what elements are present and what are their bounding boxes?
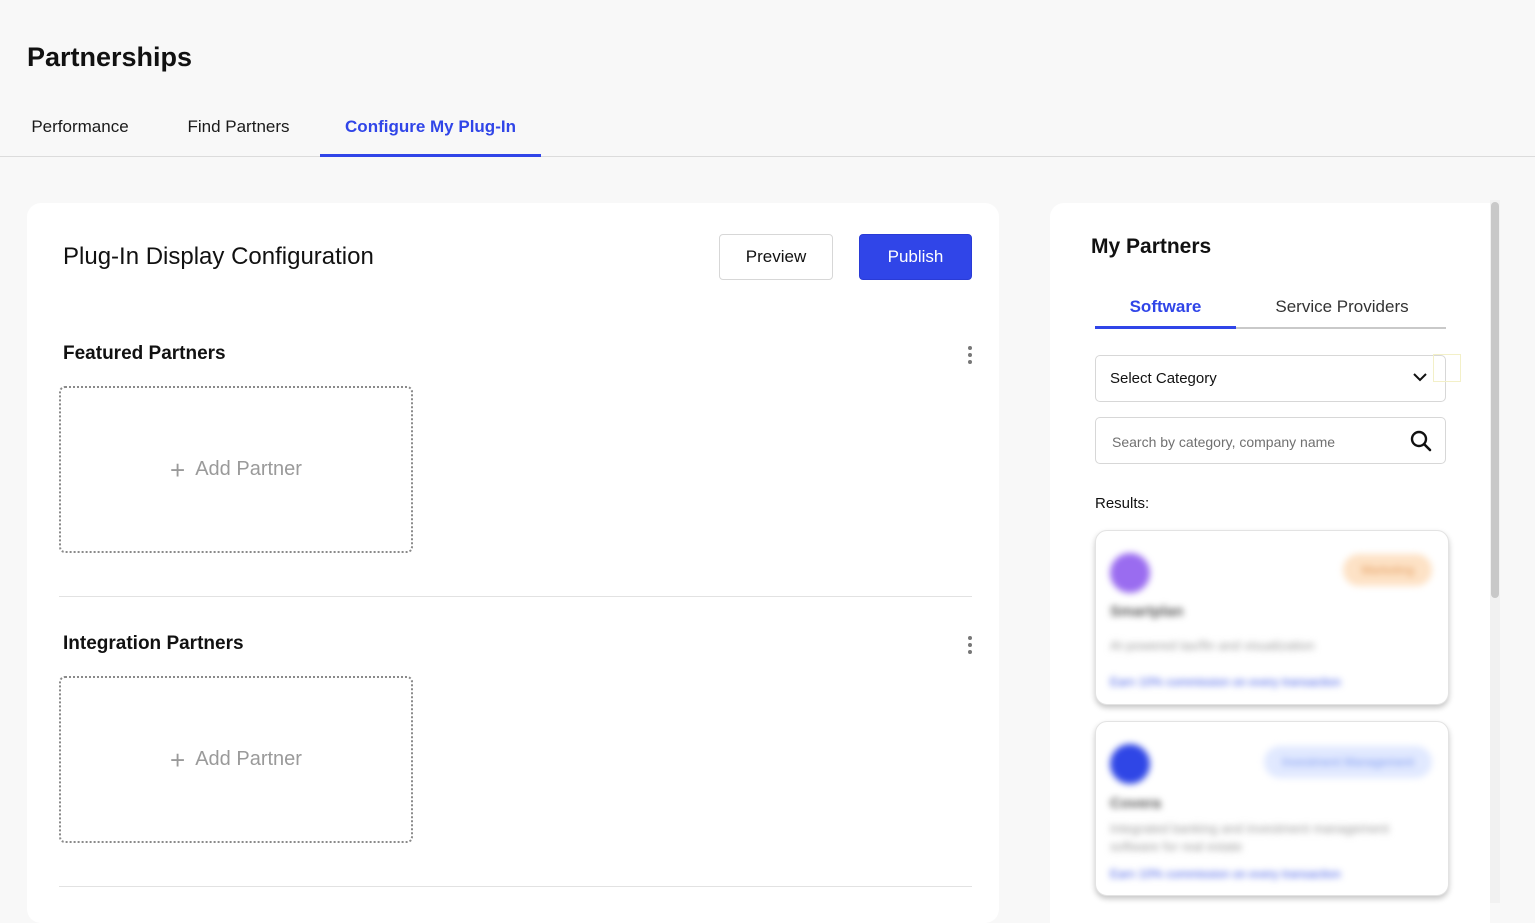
commission-link[interactable]: Earn 10% commission on every transaction xyxy=(1110,675,1341,689)
featured-partners-kebab-icon[interactable] xyxy=(967,346,973,364)
search-icon[interactable] xyxy=(1409,429,1433,453)
tab-label: Service Providers xyxy=(1275,297,1409,316)
tab-performance[interactable]: Performance xyxy=(16,100,144,156)
active-tab-underline xyxy=(1095,326,1236,329)
active-tab-underline xyxy=(320,154,541,157)
category-select[interactable]: Select Category xyxy=(1095,355,1446,402)
highlight-marker xyxy=(1433,354,1461,382)
integration-partners-kebab-icon[interactable] xyxy=(967,636,973,654)
commission-link[interactable]: Earn 10% commission on every transaction xyxy=(1110,867,1341,881)
chevron-down-icon xyxy=(1413,373,1427,382)
tab-label: Performance xyxy=(31,117,129,136)
integration-add-partner-button[interactable]: + Add Partner xyxy=(59,676,413,843)
company-description: AI-powered tax/fin and visualization xyxy=(1110,638,1315,653)
company-description: Integrated banking and investment manage… xyxy=(1110,821,1389,854)
company-name: Smartplan xyxy=(1110,603,1184,620)
featured-add-partner-button[interactable]: + Add Partner xyxy=(59,386,413,553)
add-partner-label: Add Partner xyxy=(195,458,302,480)
partner-search-field[interactable] xyxy=(1095,417,1446,464)
tab-service-providers[interactable]: Service Providers xyxy=(1251,289,1433,327)
plus-icon: + xyxy=(170,454,186,485)
section-divider xyxy=(59,596,972,597)
tab-configure-my-plug-in[interactable]: Configure My Plug-In xyxy=(320,100,541,157)
company-logo xyxy=(1110,553,1150,593)
main-tabs: Performance Find Partners Configure My P… xyxy=(0,100,1535,157)
result-card[interactable]: Marketing Smartplan AI-powered tax/fin a… xyxy=(1095,530,1449,705)
publish-button[interactable]: Publish xyxy=(859,234,972,280)
section-divider xyxy=(59,886,972,887)
integration-partners-title: Integration Partners xyxy=(63,633,244,654)
search-input[interactable] xyxy=(1110,430,1394,454)
tab-software[interactable]: Software xyxy=(1095,289,1236,329)
config-title: Plug-In Display Configuration xyxy=(63,243,374,270)
tab-label: Configure My Plug-In xyxy=(345,117,516,136)
result-card[interactable]: Investment Management Covera Integrated … xyxy=(1095,721,1449,896)
partner-type-tabs: Software Service Providers xyxy=(1095,289,1446,329)
tab-label: Find Partners xyxy=(187,117,290,136)
category-select-value: Select Category xyxy=(1110,370,1217,387)
category-badge: Marketing xyxy=(1343,554,1432,586)
add-partner-label: Add Partner xyxy=(195,748,302,770)
category-badge: Investment Management xyxy=(1263,746,1432,778)
tab-label: Software xyxy=(1129,297,1202,316)
my-partners-title: My Partners xyxy=(1091,235,1212,258)
plus-icon: + xyxy=(170,744,186,775)
plugin-config-card: Plug-In Display Configuration Preview Pu… xyxy=(27,203,999,923)
tab-find-partners[interactable]: Find Partners xyxy=(173,100,304,156)
company-logo xyxy=(1110,744,1150,784)
my-partners-panel: My Partners Software Service Providers S… xyxy=(1050,203,1490,923)
page-title: Partnerships xyxy=(27,42,193,72)
results-label: Results: xyxy=(1095,495,1150,512)
featured-partners-title: Featured Partners xyxy=(63,343,226,364)
scrollbar-thumb[interactable] xyxy=(1491,202,1499,598)
preview-button[interactable]: Preview xyxy=(719,234,833,280)
company-name: Covera xyxy=(1110,795,1161,812)
